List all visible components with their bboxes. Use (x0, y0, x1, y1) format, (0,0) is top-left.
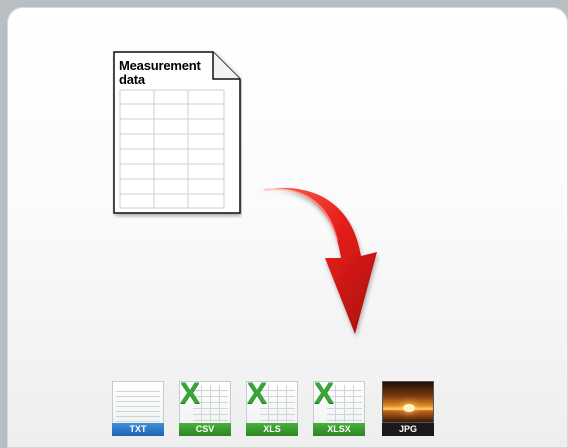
xlsx-file-icon[interactable]: X XLSX (313, 377, 365, 436)
format-label: XLS (246, 423, 298, 436)
xls-file-icon[interactable]: X XLS (246, 377, 298, 436)
document-title-line1: Measurement (119, 58, 201, 73)
excel-x-icon: X (247, 377, 268, 410)
txt-file-icon[interactable]: TXT (112, 381, 164, 436)
document-title: Measurement data (119, 59, 219, 87)
format-label: XLSX (313, 423, 365, 436)
format-label: CSV (179, 423, 231, 436)
sun-icon (403, 404, 415, 412)
excel-x-icon: X (314, 377, 335, 410)
spreadsheet-document-icon: Measurement data (112, 50, 242, 218)
sunset-photo-icon (382, 381, 434, 423)
format-label: TXT (112, 423, 164, 436)
csv-file-icon[interactable]: X CSV (179, 377, 231, 436)
red-curved-arrow-icon (259, 187, 377, 334)
excel-x-icon: X (180, 377, 201, 410)
jpg-file-icon[interactable]: JPG (382, 381, 434, 436)
text-lines (116, 387, 160, 422)
document-title-line2: data (119, 72, 145, 87)
format-label: JPG (382, 423, 434, 436)
